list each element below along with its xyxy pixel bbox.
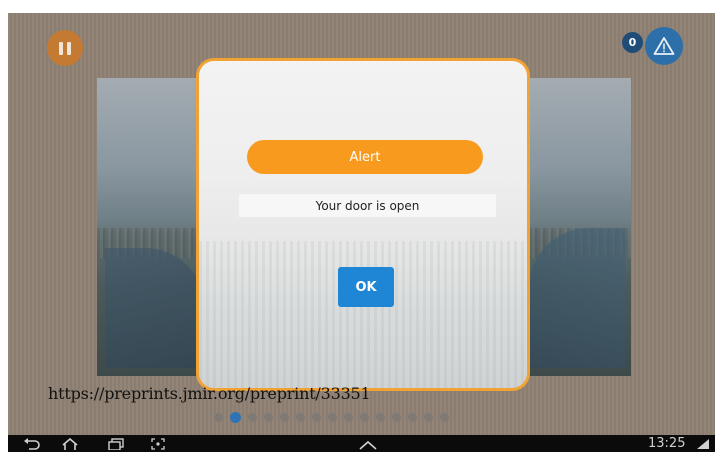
page-dot[interactable] (424, 413, 433, 422)
page-dot[interactable] (280, 413, 289, 422)
screenshot-icon[interactable] (151, 437, 165, 451)
page-dot-active[interactable] (230, 412, 241, 423)
ok-button[interactable]: OK (338, 267, 394, 307)
warning-triangle-icon (653, 37, 675, 55)
page-dot[interactable] (392, 413, 401, 422)
alert-dialog: Alert Your door is open OK (196, 58, 530, 391)
page-dot[interactable] (408, 413, 417, 422)
page-indicator (214, 412, 456, 423)
pause-button[interactable] (47, 30, 83, 66)
alert-message: Your door is open (239, 194, 496, 217)
watermark-url: https://preprints.jmir.org/preprint/3335… (48, 384, 371, 403)
notification-count-badge: 0 (622, 32, 643, 53)
page-dot[interactable] (264, 413, 273, 422)
system-navigation-bar: 13:25 (8, 435, 715, 452)
status-clock: 13:25 (648, 436, 686, 451)
page-dot[interactable] (312, 413, 321, 422)
page-dot[interactable] (328, 413, 337, 422)
page-dot[interactable] (376, 413, 385, 422)
page-dot[interactable] (440, 413, 449, 422)
page-dot[interactable] (344, 413, 353, 422)
back-icon[interactable] (23, 437, 41, 451)
alert-title: Alert (247, 140, 483, 174)
warning-button[interactable] (645, 27, 683, 65)
page-dot[interactable] (360, 413, 369, 422)
page-dot[interactable] (214, 413, 223, 422)
recent-apps-icon[interactable] (107, 437, 125, 451)
home-icon[interactable] (61, 437, 79, 451)
signal-icon (696, 437, 710, 451)
page-dot[interactable] (296, 413, 305, 422)
pause-icon (57, 41, 73, 55)
nav-up-icon[interactable] (358, 437, 378, 451)
page-dot[interactable] (248, 413, 257, 422)
